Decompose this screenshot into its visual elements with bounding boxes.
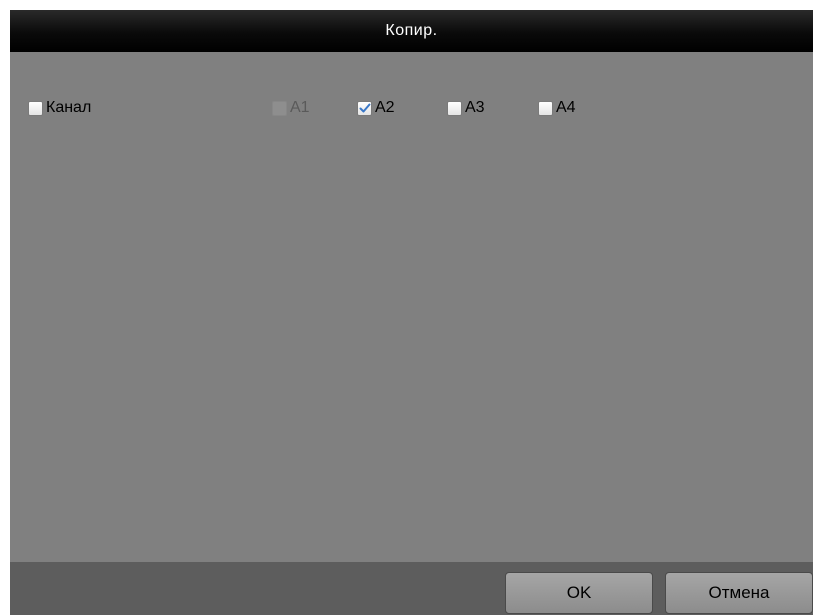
dialog-titlebar: Копир. bbox=[10, 10, 813, 52]
copy-dialog: Копир. Канал A1 A2 A3 A4 OK Отмена bbox=[10, 10, 813, 615]
checkmark-icon bbox=[359, 103, 370, 113]
channel-all-label: Канал bbox=[46, 99, 92, 116]
dialog-content: Канал A1 A2 A3 A4 bbox=[10, 52, 813, 562]
checkbox-box[interactable] bbox=[357, 100, 372, 116]
cancel-button[interactable]: Отмена bbox=[665, 572, 813, 614]
checkbox-box[interactable] bbox=[538, 100, 553, 116]
ok-button[interactable]: OK bbox=[505, 572, 653, 614]
channel-a2-checkbox[interactable]: A2 bbox=[357, 98, 395, 118]
checkbox-box bbox=[272, 100, 287, 116]
channel-a4-label: A4 bbox=[556, 99, 576, 116]
dialog-footer: OK Отмена bbox=[10, 562, 813, 615]
dialog-title: Копир. bbox=[385, 22, 438, 39]
checkbox-box[interactable] bbox=[28, 100, 43, 116]
channel-a1-checkbox: A1 bbox=[272, 98, 310, 118]
channel-a3-checkbox[interactable]: A3 bbox=[447, 98, 485, 118]
channel-a4-checkbox[interactable]: A4 bbox=[538, 98, 576, 118]
channel-a2-label: A2 bbox=[375, 99, 395, 116]
checkbox-box[interactable] bbox=[447, 100, 462, 116]
channel-a1-label: A1 bbox=[290, 99, 310, 116]
channel-a3-label: A3 bbox=[465, 99, 485, 116]
channel-all-checkbox[interactable]: Канал bbox=[28, 98, 91, 118]
